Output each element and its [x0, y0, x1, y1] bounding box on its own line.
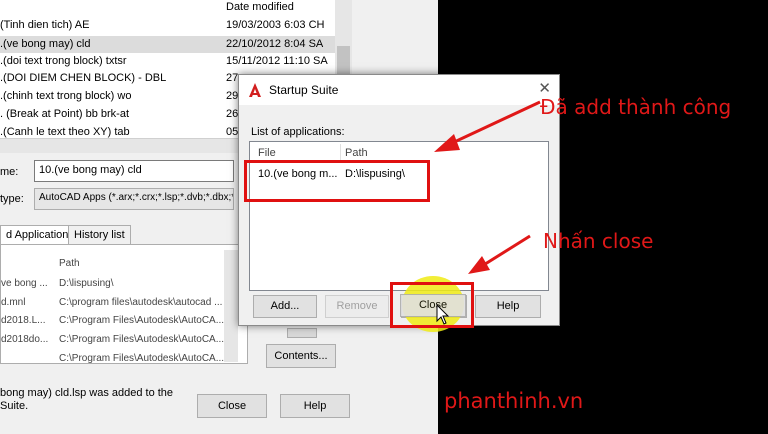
- column-divider[interactable]: [340, 144, 341, 160]
- contents-button[interactable]: Contents...: [266, 344, 336, 368]
- annotation-added-success: Đã add thành công: [540, 95, 732, 119]
- unload-icon: [287, 328, 317, 338]
- add-button[interactable]: Add...: [253, 295, 317, 318]
- list-item[interactable]: ve bong ... D:\lispusing\: [1, 275, 231, 292]
- list-item[interactable]: d2018do... C:\Program Files\Autodesk\Auto…: [1, 331, 231, 348]
- startup-help-button[interactable]: Help: [475, 295, 541, 318]
- column-header-path[interactable]: Path: [345, 147, 368, 159]
- highlight-close-button: [390, 282, 474, 328]
- status-message: bong may) cld.lsp was added to the Suite…: [0, 387, 174, 412]
- arrow-to-added-row-icon: [434, 100, 541, 152]
- apps-scrollbar[interactable]: [224, 250, 238, 362]
- annotation-press-close: Nhấn close: [543, 229, 654, 253]
- file-name-label: me:: [0, 166, 19, 178]
- close-button[interactable]: Close: [197, 394, 267, 418]
- autocad-logo-icon: [249, 83, 261, 97]
- list-item[interactable]: d2018.L... C:\Program Files\Autodesk\Auto…: [1, 312, 231, 329]
- list-label: List of applications:: [251, 126, 345, 138]
- highlight-added-row: [244, 160, 430, 202]
- loaded-apps-list[interactable]: Path ve bong ... D:\lispusing\ d.mnl C:\pr…: [0, 244, 248, 364]
- dialog-title: Startup Suite: [269, 83, 339, 97]
- column-header-date[interactable]: Date modified: [220, 0, 335, 17]
- file-row-selected[interactable]: .(ve bong may) cld 22/10/2012 8:04 SA: [0, 36, 335, 53]
- list-item[interactable]: C:\Program Files\Autodesk\AutoCA...: [1, 350, 231, 363]
- watermark: phanthinh.vn: [444, 389, 584, 413]
- list-item[interactable]: d.mnl C:\program files\autodesk\autocad .…: [1, 294, 231, 311]
- remove-button[interactable]: Remove: [325, 295, 389, 318]
- file-row[interactable]: (Tinh dien tich) AE 19/03/2003 6:03 CH: [0, 17, 335, 34]
- file-name-field[interactable]: 10.(ve bong may) cld: [34, 160, 234, 182]
- tab-history-list[interactable]: History list: [68, 225, 131, 245]
- list-item: Path: [59, 258, 80, 269]
- file-type-select[interactable]: AutoCAD Apps (*.arx;*.crx;*.lsp;*.dvb;*.…: [34, 188, 234, 210]
- file-type-label: type:: [0, 193, 24, 205]
- arrow-to-close-button-icon: [468, 234, 531, 274]
- file-row[interactable]: .(doi text trong block) txtsr 15/11/2012 …: [0, 53, 335, 70]
- help-button[interactable]: Help: [280, 394, 350, 418]
- column-header-file[interactable]: File: [258, 147, 276, 159]
